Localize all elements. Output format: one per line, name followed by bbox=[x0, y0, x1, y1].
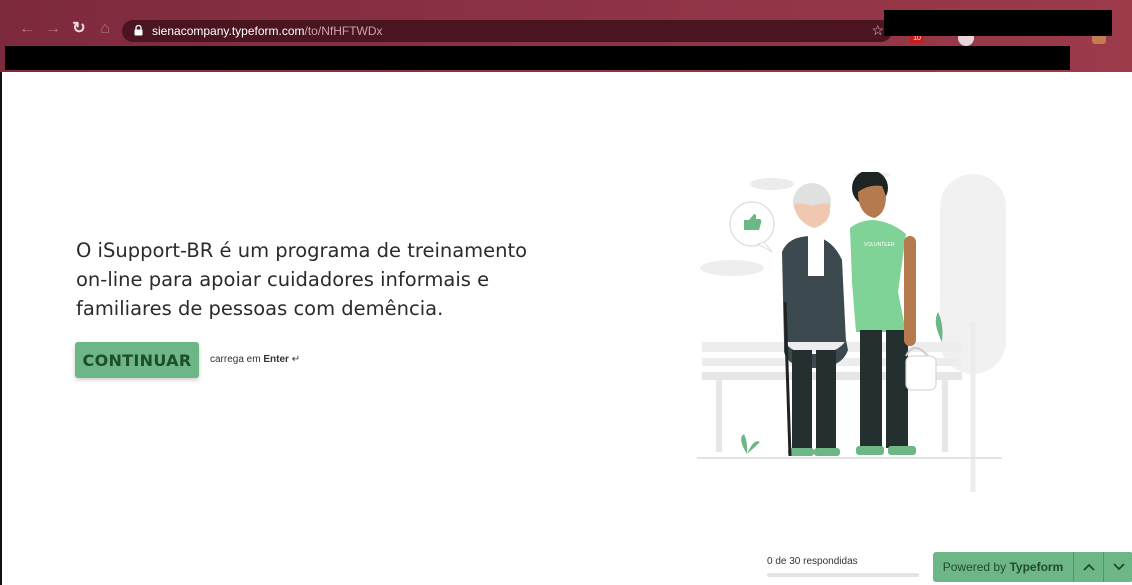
caregiver-illustration: VOLUNTEER bbox=[697, 172, 1006, 492]
url-host: sienacompany.typeform.com bbox=[152, 24, 305, 38]
next-question-button[interactable] bbox=[1103, 552, 1132, 582]
continue-button[interactable]: CONTINUAR bbox=[75, 342, 199, 378]
typeform-brand: Typeform bbox=[1009, 560, 1064, 574]
form-page: O iSupport-BR é um programa de treinamen… bbox=[0, 72, 1132, 585]
thumbs-up-icon bbox=[744, 220, 749, 230]
plant-icon bbox=[741, 434, 760, 454]
enter-hint: carrega em Enter ↵ bbox=[210, 354, 300, 365]
star-icon[interactable]: ☆ bbox=[871, 22, 884, 39]
chevron-down-icon bbox=[1112, 563, 1125, 571]
chevron-up-icon bbox=[1082, 563, 1095, 571]
home-icon[interactable]: ⌂ bbox=[94, 18, 116, 40]
cloud-icon bbox=[750, 178, 794, 190]
address-bar[interactable]: sienacompany.typeform.com/to/NfHFTWDx ☆ bbox=[122, 20, 892, 42]
progress-text: 0 de 30 respondidas bbox=[767, 556, 858, 567]
powered-prefix: Powered by bbox=[942, 560, 1007, 574]
browser-toolbar: ← → ↻ ⌂ sienacompany.typeform.com/to/NfH… bbox=[0, 0, 1132, 72]
progress-track bbox=[767, 573, 919, 577]
tote-bag bbox=[905, 355, 937, 391]
intro-statement: O iSupport-BR é um programa de treinamen… bbox=[76, 239, 528, 320]
redacted-area bbox=[884, 10, 1112, 36]
back-icon[interactable]: ← bbox=[16, 18, 38, 40]
redacted-bookmarks-bar bbox=[5, 46, 1070, 70]
lock-icon bbox=[134, 25, 143, 36]
url-text: sienacompany.typeform.com/to/NfHFTWDx bbox=[152, 24, 383, 38]
forward-icon[interactable]: → bbox=[42, 18, 64, 40]
powered-by-typeform-button[interactable]: Powered by Typeform bbox=[933, 552, 1073, 582]
shirt-text: VOLUNTEER bbox=[864, 242, 895, 248]
reload-icon[interactable]: ↻ bbox=[68, 18, 90, 40]
progress-indicator: 0 de 30 respondidas bbox=[767, 556, 919, 577]
url-path: /to/NfHFTWDx bbox=[304, 24, 383, 38]
hint-key: Enter bbox=[263, 354, 289, 365]
previous-question-button[interactable] bbox=[1073, 552, 1103, 582]
enter-icon: ↵ bbox=[291, 354, 301, 365]
hint-prefix: carrega em bbox=[210, 354, 261, 365]
cloud-icon bbox=[700, 260, 764, 276]
